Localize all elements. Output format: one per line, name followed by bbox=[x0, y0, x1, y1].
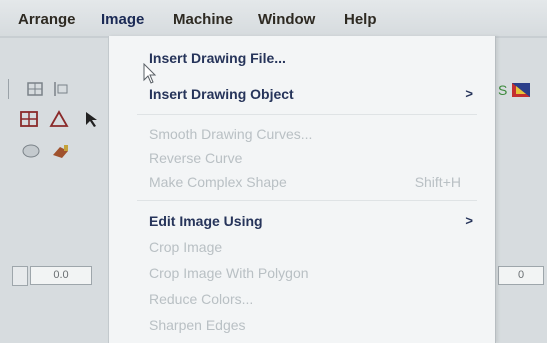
menu-item-crop-image: Crop Image bbox=[109, 235, 495, 259]
distribute-icon[interactable] bbox=[50, 79, 72, 99]
right-toolbar-area: S 0 bbox=[490, 38, 547, 343]
menu-bar: Arrange Image Machine Window Help bbox=[0, 0, 547, 36]
menu-item-label: Insert Drawing Object bbox=[149, 86, 294, 102]
menu-divider bbox=[137, 200, 477, 201]
color-swatch-icon[interactable] bbox=[510, 80, 532, 100]
menu-item-label: Crop Image bbox=[149, 239, 223, 255]
submenu-arrow-icon: > bbox=[465, 213, 473, 228]
menu-item-make-complex-shape: Make Complex Shape Shift+H bbox=[109, 170, 495, 194]
right-spin-field[interactable]: 0 bbox=[498, 266, 544, 285]
svg-text:S: S bbox=[498, 82, 507, 98]
triangle-icon[interactable] bbox=[48, 109, 70, 129]
toolbar-row-1 bbox=[0, 78, 110, 100]
menu-help[interactable]: Help bbox=[344, 11, 377, 28]
menu-item-label: Insert Drawing File... bbox=[149, 50, 286, 66]
menu-item-label: Reduce Colors... bbox=[149, 291, 254, 307]
menu-item-label: Smooth Drawing Curves... bbox=[149, 126, 313, 142]
mouse-cursor-icon bbox=[143, 62, 159, 85]
bucket-icon[interactable] bbox=[50, 141, 72, 161]
menu-item-label: Edit Image Using bbox=[149, 213, 263, 229]
menu-image[interactable]: Image bbox=[101, 11, 144, 28]
weld-icon[interactable] bbox=[20, 141, 42, 161]
left-spin-field[interactable]: 0.0 bbox=[30, 266, 92, 285]
menu-window[interactable]: Window bbox=[258, 11, 315, 28]
menu-item-shortcut: Shift+H bbox=[414, 174, 461, 190]
menu-item-label: Sharpen Edges bbox=[149, 317, 246, 333]
menu-divider bbox=[137, 114, 477, 115]
menu-item-sharpen-edges: Sharpen Edges bbox=[109, 313, 495, 337]
menu-item-reduce-colors: Reduce Colors... bbox=[109, 287, 495, 311]
toolbar-row-3 bbox=[0, 140, 110, 162]
menu-arrange[interactable]: Arrange bbox=[18, 11, 76, 28]
pointer-icon[interactable] bbox=[80, 109, 102, 129]
menu-item-insert-drawing-object[interactable]: Insert Drawing Object > bbox=[109, 82, 495, 106]
toolbar-row-2 bbox=[0, 108, 110, 130]
menu-item-label: Reverse Curve bbox=[149, 150, 243, 166]
grid-icon[interactable] bbox=[18, 109, 40, 129]
menu-item-edit-image-using[interactable]: Edit Image Using > bbox=[109, 209, 495, 233]
menu-item-label: Make Complex Shape bbox=[149, 174, 287, 190]
align-icon[interactable] bbox=[24, 79, 46, 99]
left-toolbar-area: 0.0 bbox=[0, 38, 110, 343]
submenu-arrow-icon: > bbox=[465, 86, 473, 101]
menu-item-insert-drawing-file[interactable]: Insert Drawing File... bbox=[109, 46, 495, 70]
toolbar-separator bbox=[8, 79, 9, 99]
menu-item-smooth-drawing-curves: Smooth Drawing Curves... bbox=[109, 122, 495, 146]
menu-machine[interactable]: Machine bbox=[173, 11, 233, 28]
menu-item-crop-image-with-polygon: Crop Image With Polygon bbox=[109, 261, 495, 285]
menu-item-reverse-curve: Reverse Curve bbox=[109, 146, 495, 170]
image-menu-dropdown: Insert Drawing File... Insert Drawing Ob… bbox=[108, 36, 496, 343]
menu-item-label: Crop Image With Polygon bbox=[149, 265, 309, 281]
spin-arrows-icon[interactable] bbox=[12, 266, 28, 286]
